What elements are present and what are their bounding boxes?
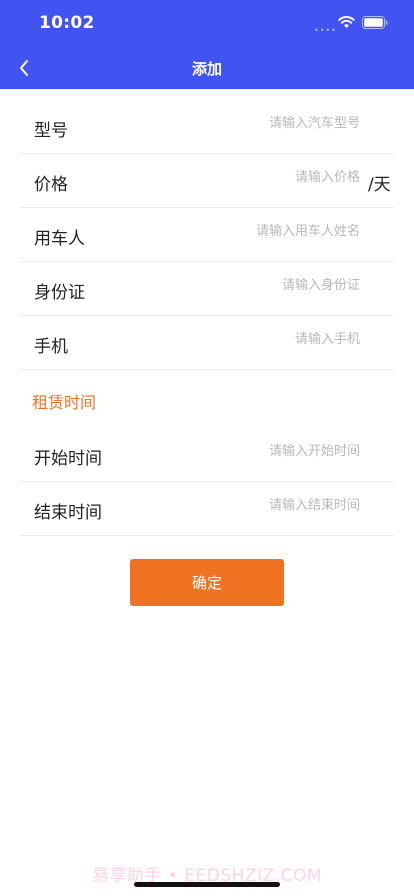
add-form: 型号 价格 用车人 身份证 手机 租赁时间 开始时间 结束时间 /天 xyxy=(20,100,394,536)
id-card-input[interactable] xyxy=(180,278,360,293)
renter-label: 用车人 xyxy=(34,229,85,249)
start-time-label: 开始时间 xyxy=(34,449,102,469)
nav-bar: 添加 xyxy=(0,46,414,89)
price-row: 价格 xyxy=(20,154,394,208)
end-time-label: 结束时间 xyxy=(34,503,102,523)
id-card-label: 身份证 xyxy=(34,283,85,303)
model-input[interactable] xyxy=(180,116,360,131)
page-title: 添加 xyxy=(191,60,222,78)
battery-icon xyxy=(362,16,388,29)
price-unit: /天 xyxy=(368,175,391,195)
home-indicator xyxy=(134,882,280,887)
renter-row: 用车人 xyxy=(20,208,394,262)
cellular-signal-icon: •••• xyxy=(314,26,337,35)
confirm-button[interactable]: 确定 xyxy=(130,559,284,606)
phone-label: 手机 xyxy=(34,337,68,357)
model-row: 型号 xyxy=(20,100,394,154)
start-time-row: 开始时间 xyxy=(20,428,394,482)
end-time-input[interactable] xyxy=(180,498,360,513)
model-label: 型号 xyxy=(34,121,68,141)
rental-time-title: 租赁时间 xyxy=(32,393,97,412)
phone-input[interactable] xyxy=(180,332,360,347)
price-label: 价格 xyxy=(34,175,68,195)
wifi-icon xyxy=(338,16,355,28)
rental-time-section: 租赁时间 xyxy=(20,370,394,428)
start-time-input[interactable] xyxy=(180,444,360,459)
status-time: 10:02 xyxy=(39,13,95,33)
renter-input[interactable] xyxy=(180,224,360,239)
price-input[interactable] xyxy=(180,170,360,185)
id-card-row: 身份证 xyxy=(20,262,394,316)
status-bar: 10:02 •••• xyxy=(0,0,414,46)
phone-row: 手机 xyxy=(20,316,394,370)
end-time-row: 结束时间 xyxy=(20,482,394,536)
